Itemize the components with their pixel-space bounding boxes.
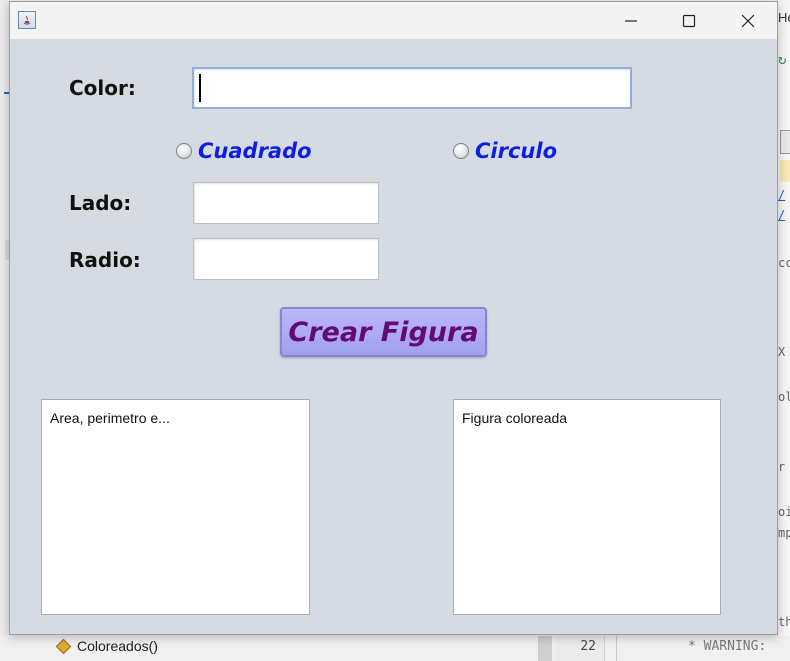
minimize-icon [625,19,637,22]
text-caret [199,74,201,102]
ide-code-fragment: th [778,615,790,629]
results-text: Area, perimetro e... [50,410,170,426]
radio-input[interactable] [193,238,379,280]
title-bar[interactable] [10,2,777,39]
maximize-button[interactable] [660,2,718,39]
ide-title-fragment: He [778,10,790,25]
radio-label: Radio: [69,248,141,272]
close-button[interactable] [719,2,777,39]
form-panel: Color: Cuadrado Circulo Lado: Radio: Cre… [10,39,777,634]
ide-code-fragment: mp [778,526,790,540]
ide-splitter[interactable] [538,636,552,661]
navigator-method-item[interactable]: Coloreados() [55,638,158,654]
close-icon [741,14,755,27]
ide-link-fragment[interactable]: / [778,208,785,222]
ide-code-fragment: X [778,345,786,359]
lado-input[interactable] [193,182,379,224]
method-name: Coloreados() [77,638,158,654]
radio-circulo[interactable]: Circulo [453,139,557,163]
ide-code-fragment: cc [778,256,790,270]
java-app-icon[interactable] [18,11,36,29]
colored-figure-area[interactable]: Figura coloreada [453,399,721,615]
line-number: 22 [580,639,596,654]
ide-right-edge: He ↻ / / cc X ol r oi mp th [778,0,790,661]
minimize-button[interactable] [602,2,660,39]
figure-window: Color: Cuadrado Circulo Lado: Radio: Cre… [9,1,778,635]
method-icon [55,638,72,654]
radio-button-icon[interactable] [453,143,469,159]
results-text-area[interactable]: Area, perimetro e... [41,399,310,615]
ide-highlight-bar [780,160,790,182]
ide-link-fragment[interactable]: / [778,188,785,202]
ide-left-edge [0,0,9,661]
radio-button-icon[interactable] [176,143,192,159]
radio-cuadrado[interactable]: Cuadrado [176,139,312,163]
code-line: * WARNING: [688,639,767,654]
ide-code-fragment: r [778,460,786,474]
ide-code-fragment: ol [778,390,790,404]
maximize-icon [682,14,696,27]
color-label: Color: [69,76,136,100]
radio-cuadrado-label: Cuadrado [198,139,312,163]
lado-label: Lado: [69,191,132,215]
fold-margin [616,636,617,661]
ide-run-icon[interactable]: ↻ [778,52,786,68]
crear-figura-button[interactable]: Crear Figura [280,307,487,357]
colored-figure-text: Figura coloreada [462,410,568,426]
crear-figura-label: Crear Figura [288,316,479,348]
radio-circulo-label: Circulo [475,139,557,163]
ide-panel-tab[interactable] [780,130,790,154]
ide-bottom-strip: Coloreados() 22 * WARNING: [0,636,790,661]
ide-code-fragment: oi [778,505,790,519]
color-input[interactable] [192,67,632,109]
